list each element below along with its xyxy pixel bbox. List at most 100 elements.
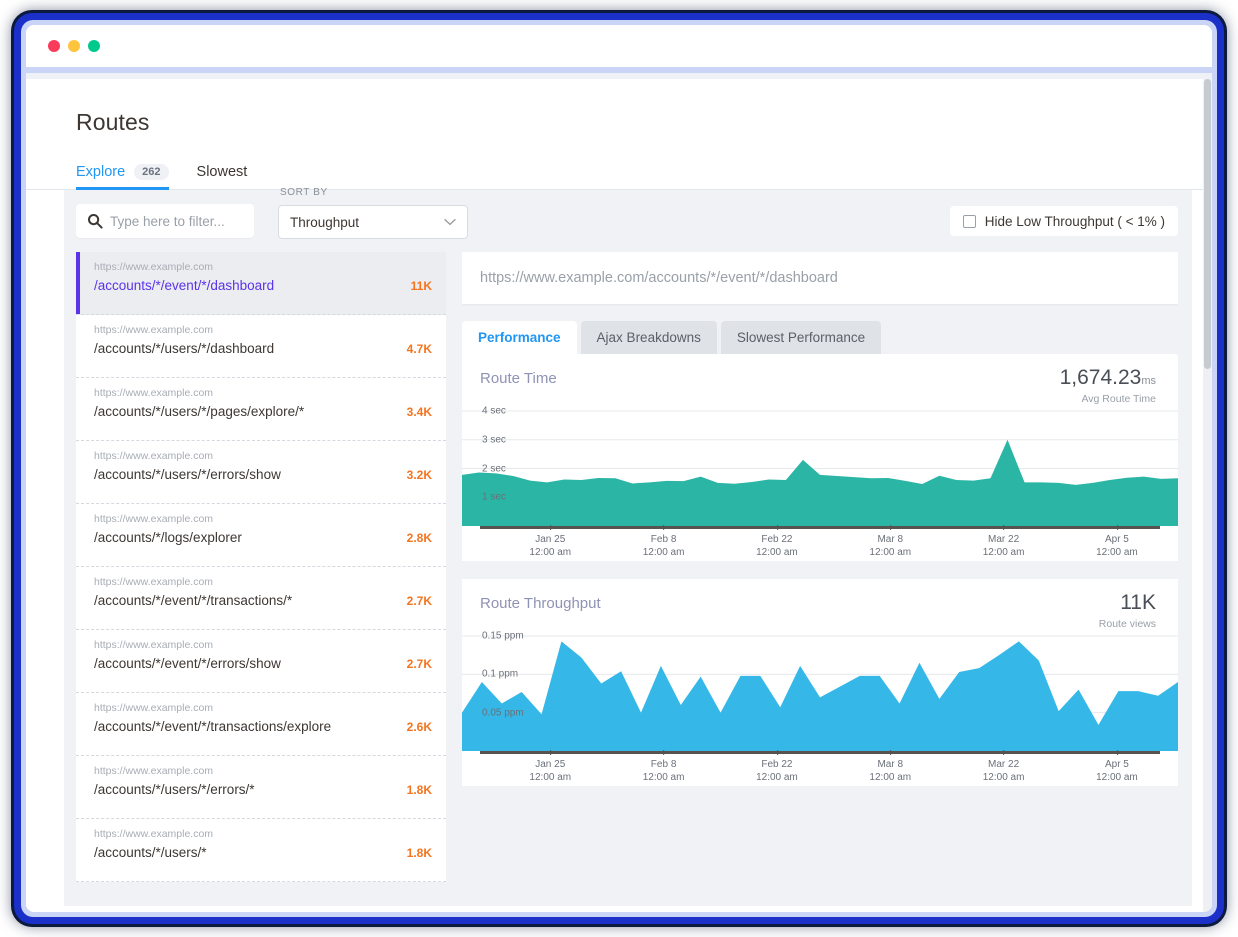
route-count: 1.8K xyxy=(407,783,434,797)
sort-by-value: Throughput xyxy=(290,215,359,230)
route-count: 2.6K xyxy=(407,720,434,734)
route-count: 3.4K xyxy=(407,405,434,419)
y-tick-label: 0.1 ppm xyxy=(482,669,518,680)
route-path: /accounts/*/event/*/errors/show xyxy=(94,656,407,671)
window-controls xyxy=(48,40,100,52)
route-host: https://www.example.com xyxy=(94,828,434,840)
route-list-item[interactable]: https://www.example.com/accounts/*/users… xyxy=(76,315,446,378)
route-host: https://www.example.com xyxy=(94,576,434,588)
search-box[interactable] xyxy=(76,204,254,238)
browser-window: Routes Explore 262 Slowest xyxy=(26,25,1212,912)
route-count: 11K xyxy=(411,279,434,293)
route-list-item[interactable]: https://www.example.com/accounts/*/event… xyxy=(76,567,446,630)
tab-slowest[interactable]: Slowest xyxy=(197,164,248,189)
route-count: 1.8K xyxy=(407,846,434,860)
route-path: /accounts/*/users/* xyxy=(94,845,407,860)
y-tick-label: 0.15 ppm xyxy=(482,630,524,641)
x-tick-label: Feb 2212:00 am xyxy=(756,533,798,559)
route-time-x-axis: Jan 2512:00 am Feb 812:00 am Feb 2212:00 a… xyxy=(480,526,1160,560)
tab-slowest-performance[interactable]: Slowest Performance xyxy=(721,321,881,354)
route-time-kpi-value: 1,674.23 xyxy=(1060,366,1142,389)
search-input[interactable] xyxy=(110,214,240,229)
x-tick-label: Feb 2212:00 am xyxy=(756,758,798,784)
route-host: https://www.example.com xyxy=(94,765,434,777)
route-path: /accounts/*/users/*/errors/* xyxy=(94,782,407,797)
route-time-kpi-unit: ms xyxy=(1141,375,1156,387)
x-tick-label: Apr 512:00 am xyxy=(1096,533,1138,559)
y-tick-label: 4 sec xyxy=(482,406,506,417)
x-tick-label: Mar 812:00 am xyxy=(869,758,911,784)
route-host: https://www.example.com xyxy=(94,513,434,525)
route-time-kpi: 1,674.23ms Avg Route Time xyxy=(1060,366,1156,405)
route-host: https://www.example.com xyxy=(94,387,434,399)
tab-ajax-breakdowns[interactable]: Ajax Breakdowns xyxy=(581,321,717,354)
sort-by-group: SORT BY Throughput xyxy=(278,203,468,239)
hide-low-throughput-checkbox[interactable] xyxy=(963,215,976,228)
route-list-item[interactable]: https://www.example.com/accounts/*/users… xyxy=(76,819,446,882)
x-tick-label: Mar 812:00 am xyxy=(869,533,911,559)
close-button[interactable] xyxy=(48,40,60,52)
page-scrollbar-thumb[interactable] xyxy=(1204,79,1211,369)
route-list-item[interactable]: https://www.example.com/accounts/*/users… xyxy=(76,441,446,504)
browser-frame-inner: Routes Explore 262 Slowest xyxy=(21,20,1217,917)
route-list-item[interactable]: https://www.example.com/accounts/*/event… xyxy=(76,630,446,693)
content-split: https://www.example.com/accounts/*/event… xyxy=(64,252,1192,906)
route-path: /accounts/*/event/*/transactions/explore xyxy=(94,719,407,734)
route-throughput-card: Route Throughput 11K Route views 0.05 pp… xyxy=(462,579,1178,786)
route-path: /accounts/*/event/*/dashboard xyxy=(94,278,411,293)
route-list[interactable]: https://www.example.com/accounts/*/event… xyxy=(76,252,446,906)
route-list-item[interactable]: https://www.example.com/accounts/*/users… xyxy=(76,378,446,441)
hide-low-throughput-label: Hide Low Throughput ( < 1% ) xyxy=(985,214,1165,229)
hide-low-throughput-toggle[interactable]: Hide Low Throughput ( < 1% ) xyxy=(950,206,1178,236)
minimize-button[interactable] xyxy=(68,40,80,52)
route-path: /accounts/*/users/*/errors/show xyxy=(94,467,407,482)
maximize-button[interactable] xyxy=(88,40,100,52)
sort-by-select[interactable]: Throughput xyxy=(278,205,468,239)
route-time-card: Route Time 1,674.23ms Avg Route Time 1 s… xyxy=(462,354,1178,561)
y-tick-label: 1 sec xyxy=(482,492,506,503)
page-scrollbar[interactable] xyxy=(1203,79,1212,912)
route-throughput-x-axis: Jan 2512:00 am Feb 812:00 am Feb 2212:00 a… xyxy=(480,751,1160,785)
x-tick-label: Feb 812:00 am xyxy=(643,533,685,559)
route-throughput-title: Route Throughput xyxy=(462,595,1178,612)
route-count: 2.8K xyxy=(407,531,434,545)
route-host: https://www.example.com xyxy=(94,324,434,336)
chevron-down-icon xyxy=(444,218,456,226)
tab-explore[interactable]: Explore 262 xyxy=(76,164,169,189)
browser-frame: Routes Explore 262 Slowest xyxy=(14,13,1224,924)
route-list-item[interactable]: https://www.example.com/accounts/*/users… xyxy=(76,756,446,819)
y-tick-label: 2 sec xyxy=(482,463,506,474)
route-throughput-kpi: 11K Route views xyxy=(1099,591,1156,630)
x-tick-label: Jan 2512:00 am xyxy=(529,533,571,559)
route-list-item[interactable]: https://www.example.com/accounts/*/event… xyxy=(76,252,446,315)
x-tick-label: Jan 2512:00 am xyxy=(529,758,571,784)
route-throughput-chart: 0.05 ppm 0.1 ppm 0.15 ppm Jan 2512:00 am Fe… xyxy=(462,626,1178,786)
page-content: Routes Explore 262 Slowest xyxy=(26,79,1212,912)
search-icon xyxy=(87,213,103,229)
route-time-plot xyxy=(462,401,1178,526)
x-tick-label: Apr 512:00 am xyxy=(1096,758,1138,784)
route-list-item[interactable]: https://www.example.com/accounts/*/logs/… xyxy=(76,504,446,567)
route-host: https://www.example.com xyxy=(94,261,434,273)
window-titlebar xyxy=(26,25,1212,73)
route-path: /accounts/*/event/*/transactions/* xyxy=(94,593,407,608)
route-host: https://www.example.com xyxy=(94,702,434,714)
route-detail-panel: https://www.example.com/accounts/*/event… xyxy=(462,252,1178,906)
y-tick-label: 3 sec xyxy=(482,434,506,445)
route-host: https://www.example.com xyxy=(94,450,434,462)
tab-slowest-label: Slowest xyxy=(197,164,248,180)
route-url-text: https://www.example.com/accounts/*/event… xyxy=(480,270,838,286)
route-path: /accounts/*/users/*/pages/explore/* xyxy=(94,404,407,419)
x-tick-label: Mar 2212:00 am xyxy=(983,758,1025,784)
route-count: 2.7K xyxy=(407,594,434,608)
x-tick-label: Feb 812:00 am xyxy=(643,758,685,784)
y-tick-label: 0.05 ppm xyxy=(482,707,524,718)
route-path: /accounts/*/users/*/dashboard xyxy=(94,341,407,356)
route-host: https://www.example.com xyxy=(94,639,434,651)
route-list-item[interactable]: https://www.example.com/accounts/*/event… xyxy=(76,693,446,756)
route-time-chart: 1 sec 2 sec 3 sec 4 sec Jan 2512:00 am Feb 8… xyxy=(462,401,1178,561)
route-throughput-plot xyxy=(462,626,1178,751)
tab-performance[interactable]: Performance xyxy=(462,321,577,354)
sort-by-label: SORT BY xyxy=(280,187,328,198)
tab-explore-label: Explore xyxy=(76,164,125,180)
